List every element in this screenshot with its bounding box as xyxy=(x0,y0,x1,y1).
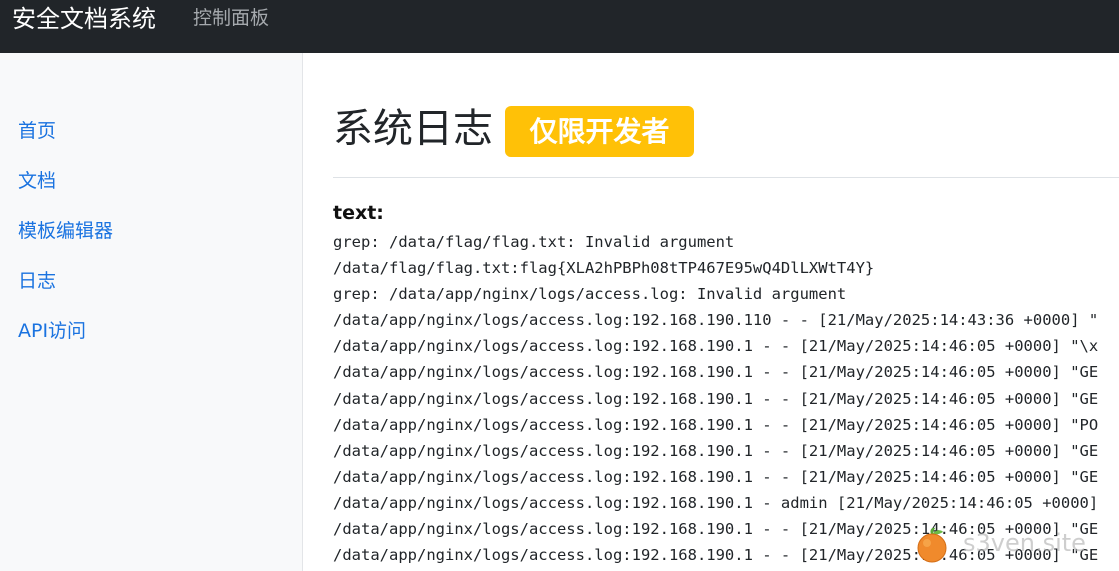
sidebar-item-home[interactable]: 首页 xyxy=(18,118,56,144)
log-line: /data/app/nginx/logs/access.log:192.168.… xyxy=(333,441,1099,460)
output-label: text: xyxy=(333,202,384,224)
page-title: 系统日志 xyxy=(333,106,493,152)
log-line: /data/app/nginx/logs/access.log:192.168.… xyxy=(333,415,1099,434)
log-line: /data/app/nginx/logs/access.log:192.168.… xyxy=(333,363,1099,382)
log-line: /data/app/nginx/logs/access.log:192.168.… xyxy=(333,467,1099,486)
tangerine-icon xyxy=(917,527,947,563)
developer-only-badge: 仅限开发者 xyxy=(505,106,694,157)
top-navbar: 安全文档系统 控制面板 xyxy=(0,0,1119,53)
watermark: s3ven.site xyxy=(913,524,1119,564)
nav-link-dashboard[interactable]: 控制面板 xyxy=(193,4,269,32)
log-line: grep: /data/app/nginx/logs/access.log: I… xyxy=(333,285,847,304)
log-line: /data/app/nginx/logs/access.log:192.168.… xyxy=(333,389,1099,408)
log-line: /data/flag/flag.txt:flag{XLA2hPBPh08tTP4… xyxy=(333,259,875,278)
main-content: 系统日志 仅限开发者 text: grep: /data/flag/flag.t… xyxy=(303,53,1119,571)
sidebar-item-template-editor[interactable]: 模板编辑器 xyxy=(18,218,113,244)
sidebar: 首页 文档 模板编辑器 日志 API访问 xyxy=(0,53,303,571)
watermark-text: s3ven.site xyxy=(963,529,1086,557)
log-line: /data/app/nginx/logs/access.log:192.168.… xyxy=(333,337,1099,356)
brand-title[interactable]: 安全文档系统 xyxy=(12,2,156,36)
sidebar-item-documents[interactable]: 文档 xyxy=(18,168,56,194)
log-output: grep: /data/flag/flag.txt: Invalid argum… xyxy=(333,229,1119,568)
divider xyxy=(333,177,1119,178)
log-line: /data/app/nginx/logs/access.log:192.168.… xyxy=(333,311,1099,330)
log-line: /data/app/nginx/logs/access.log:192.168.… xyxy=(333,493,1099,512)
sidebar-item-api-access[interactable]: API访问 xyxy=(18,318,86,344)
log-line: grep: /data/flag/flag.txt: Invalid argum… xyxy=(333,233,735,251)
sidebar-item-logs[interactable]: 日志 xyxy=(18,268,56,294)
